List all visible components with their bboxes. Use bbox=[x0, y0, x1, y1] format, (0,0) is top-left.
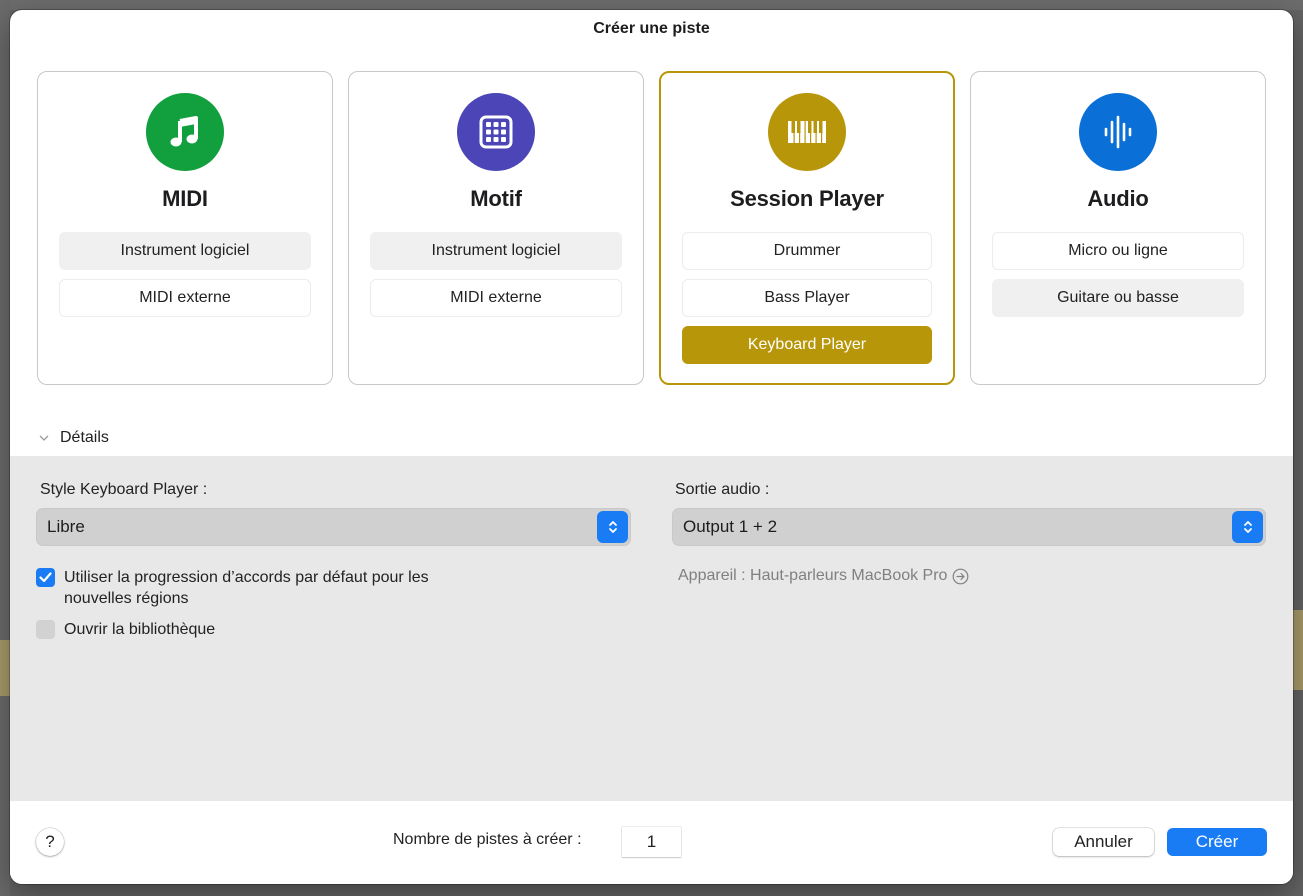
card-audio[interactable]: Audio Micro ou ligne Guitare ou basse bbox=[970, 71, 1266, 385]
background-toolbar bbox=[0, 0, 1303, 10]
use-chord-progression-row[interactable]: Utiliser la progression d’accords par dé… bbox=[36, 567, 429, 609]
style-label: Style Keyboard Player : bbox=[40, 481, 208, 498]
dialog-title: Créer une piste bbox=[593, 20, 710, 37]
option-mic-or-line[interactable]: Micro ou ligne bbox=[992, 232, 1244, 270]
label-line-1: Utiliser la progression d’accords par dé… bbox=[64, 569, 429, 586]
arrow-circle-right-icon[interactable] bbox=[952, 568, 969, 585]
chevron-down-icon bbox=[39, 435, 49, 441]
music-note-icon bbox=[146, 93, 224, 171]
audio-output-value: Output 1 + 2 bbox=[683, 517, 778, 536]
card-title: Session Player bbox=[730, 186, 884, 211]
option-list: Instrument logiciel MIDI externe bbox=[370, 232, 622, 317]
option-bass-player[interactable]: Bass Player bbox=[682, 279, 932, 317]
checkmark-icon bbox=[39, 572, 52, 583]
option-external-midi[interactable]: MIDI externe bbox=[370, 279, 622, 317]
use-chord-progression-checkbox[interactable] bbox=[36, 568, 55, 587]
open-library-row[interactable]: Ouvrir la bibliothèque bbox=[36, 619, 215, 640]
background-region-left bbox=[0, 640, 10, 696]
select-stepper-icon bbox=[1232, 511, 1263, 543]
piano-keys-icon bbox=[768, 93, 846, 171]
details-panel: Style Keyboard Player : Libre Utiliser l… bbox=[10, 456, 1293, 801]
background-track-list bbox=[0, 0, 10, 896]
option-external-midi[interactable]: MIDI externe bbox=[59, 279, 311, 317]
audio-output-select[interactable]: Output 1 + 2 bbox=[672, 508, 1266, 546]
label-line-2: nouvelles régions bbox=[64, 590, 189, 607]
style-select-value: Libre bbox=[47, 517, 85, 536]
card-title: Motif bbox=[470, 186, 522, 211]
device-text: Appareil : Haut-parleurs MacBook Pro bbox=[678, 567, 948, 584]
option-list: Drummer Bass Player Keyboard Player bbox=[682, 232, 932, 364]
card-midi[interactable]: MIDI Instrument logiciel MIDI externe bbox=[37, 71, 333, 385]
create-button[interactable]: Créer bbox=[1167, 828, 1267, 856]
option-software-instrument[interactable]: Instrument logiciel bbox=[370, 232, 622, 270]
option-software-instrument[interactable]: Instrument logiciel bbox=[59, 232, 311, 270]
option-list: Micro ou ligne Guitare ou basse bbox=[992, 232, 1244, 317]
audio-output-label: Sortie audio : bbox=[675, 481, 770, 498]
create-track-dialog: Créer une piste MIDI Instrument logiciel… bbox=[10, 10, 1293, 884]
option-keyboard-player[interactable]: Keyboard Player bbox=[682, 326, 932, 364]
style-select[interactable]: Libre bbox=[36, 508, 631, 546]
cancel-button[interactable]: Annuler bbox=[1053, 828, 1154, 856]
option-list: Instrument logiciel MIDI externe bbox=[59, 232, 311, 317]
waveform-icon bbox=[1079, 93, 1157, 171]
background-region-right bbox=[1293, 610, 1303, 690]
device-info: Appareil : Haut-parleurs MacBook Pro bbox=[678, 567, 969, 585]
use-chord-progression-label: Utiliser la progression d’accords par dé… bbox=[64, 567, 429, 609]
option-guitar-or-bass[interactable]: Guitare ou basse bbox=[992, 279, 1244, 317]
open-library-label: Ouvrir la bibliothèque bbox=[64, 621, 216, 638]
track-type-cards: MIDI Instrument logiciel MIDI externe Mo… bbox=[37, 71, 1266, 385]
option-drummer[interactable]: Drummer bbox=[682, 232, 932, 270]
details-label: Détails bbox=[60, 429, 109, 446]
grid-pad-icon bbox=[457, 93, 535, 171]
open-library-checkbox[interactable] bbox=[36, 620, 55, 639]
details-disclosure[interactable]: Détails bbox=[38, 429, 109, 447]
card-title: Audio bbox=[1087, 186, 1149, 211]
card-motif[interactable]: Motif Instrument logiciel MIDI externe bbox=[348, 71, 644, 385]
card-title: MIDI bbox=[162, 186, 208, 211]
dialog-footer: ? Nombre de pistes à créer : Annuler Cré… bbox=[10, 801, 1293, 884]
track-count-label: Nombre de pistes à créer : bbox=[393, 831, 582, 848]
help-button[interactable]: ? bbox=[36, 828, 64, 856]
card-session-player[interactable]: Session Player Drummer Bass Player Keybo… bbox=[659, 71, 955, 385]
select-stepper-icon bbox=[597, 511, 628, 543]
track-count-input[interactable] bbox=[622, 827, 681, 857]
